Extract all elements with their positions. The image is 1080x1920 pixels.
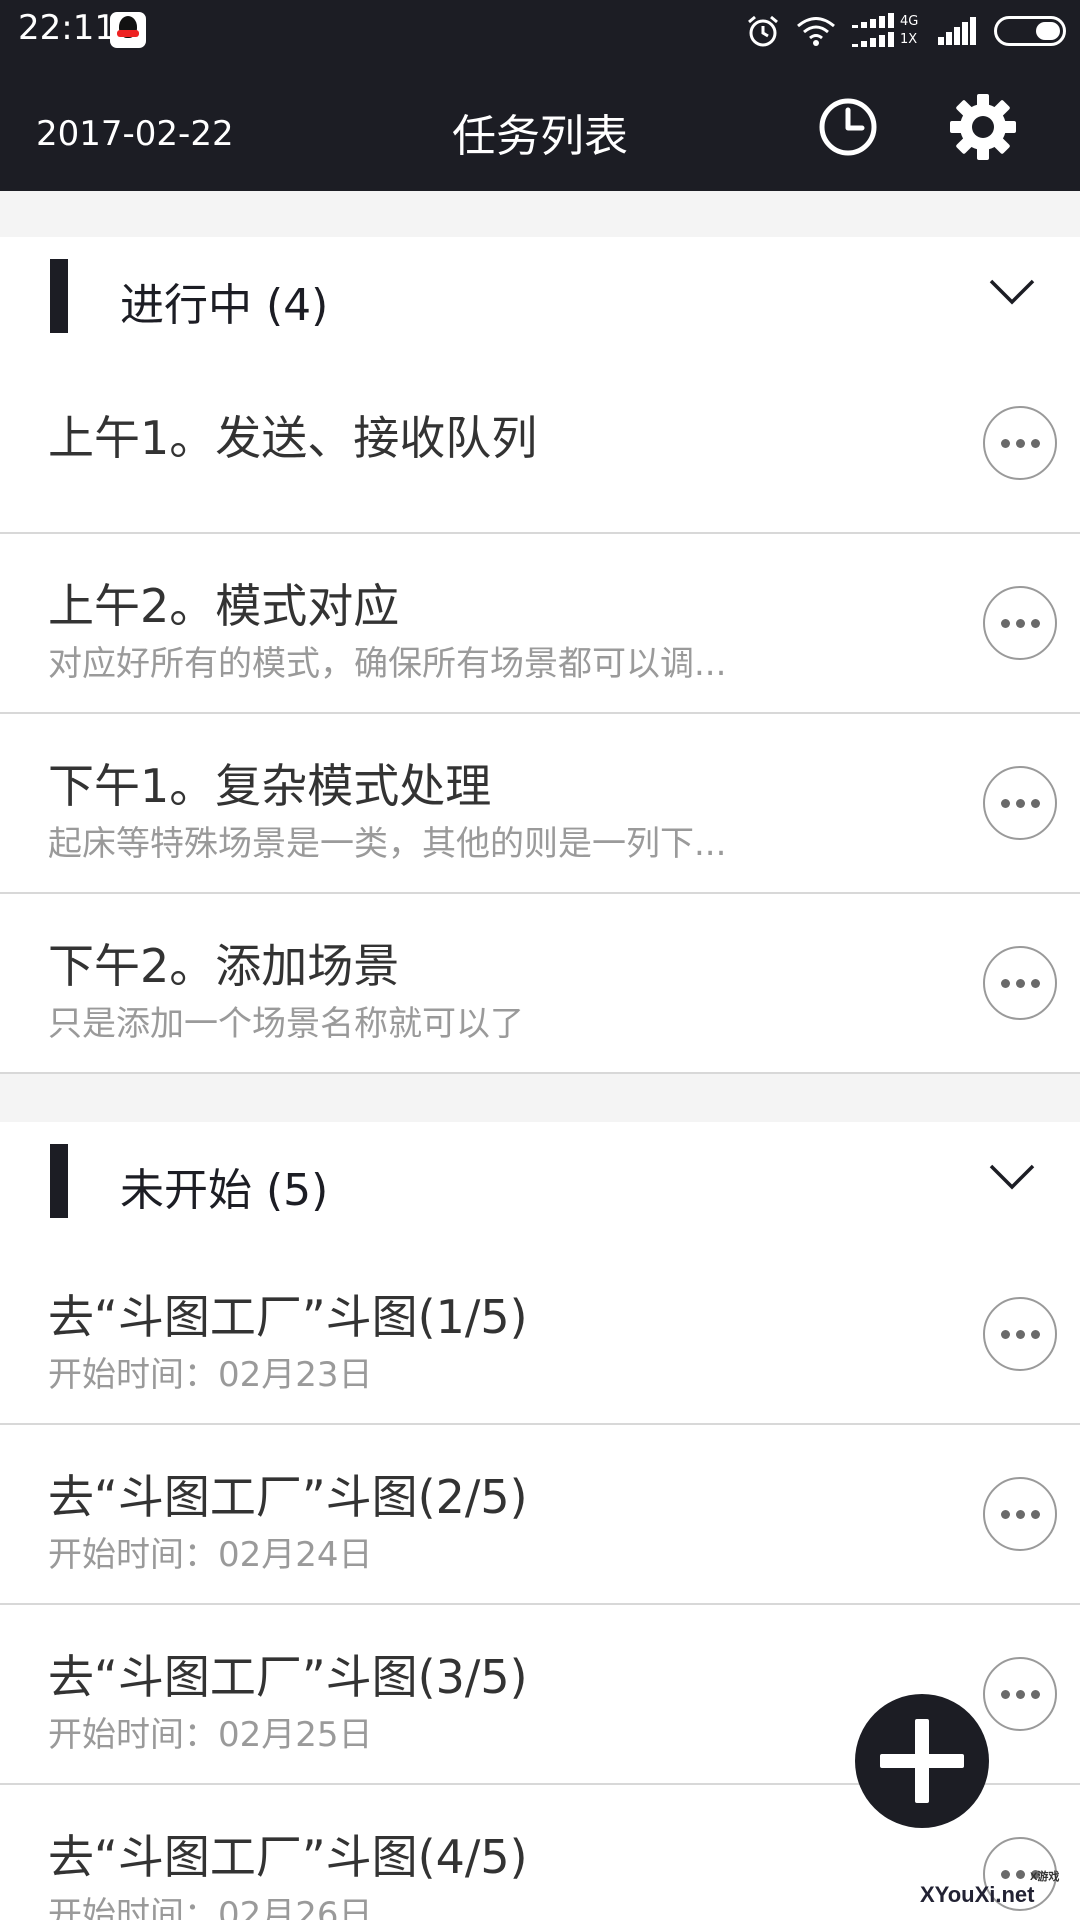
task-title: 上午1。发送、接收队列 — [48, 411, 538, 465]
task-title: 下午2。添加场景 — [48, 939, 400, 993]
task-subtitle: 开始时间：02月25日 — [48, 1715, 373, 1755]
page-title: 任务列表 — [452, 111, 628, 162]
section-title: 未开始 (5) — [120, 1165, 329, 1216]
task-item[interactable]: 上午2。模式对应 对应好所有的模式，确保所有场景都可以调... — [0, 534, 1080, 714]
add-task-button[interactable] — [855, 1694, 989, 1828]
task-title: 去“斗图工厂”斗图(2/5) — [48, 1470, 528, 1524]
more-icon — [1000, 1689, 1010, 1699]
chevron-down-icon[interactable] — [988, 277, 1036, 307]
task-title: 去“斗图工厂”斗图(4/5) — [48, 1830, 528, 1884]
task-title: 上午2。模式对应 — [48, 579, 400, 633]
network-type-top: 4G — [900, 14, 919, 29]
status-icons: 4G 1X — [746, 6, 1066, 56]
more-icon — [1000, 1509, 1010, 1519]
more-icon — [1000, 618, 1010, 628]
section-title: 进行中 (4) — [120, 280, 329, 331]
section-accent-bar — [50, 259, 68, 333]
signal-icon — [938, 17, 976, 45]
task-subtitle: 开始时间：02月26日 — [48, 1895, 373, 1920]
more-options-button[interactable] — [983, 946, 1057, 1020]
qq-icon — [110, 12, 146, 48]
mobile-network-icon: 4G 1X — [852, 13, 922, 49]
more-options-button[interactable] — [983, 1657, 1057, 1731]
more-icon — [1000, 438, 1010, 448]
alarm-icon — [748, 15, 778, 47]
history-icon[interactable] — [817, 96, 879, 158]
task-subtitle: 起床等特殊场景是一类，其他的则是一列下... — [48, 824, 727, 864]
more-options-button[interactable] — [983, 766, 1057, 840]
task-title: 去“斗图工厂”斗图(3/5) — [48, 1650, 528, 1704]
battery-icon — [994, 16, 1066, 46]
wifi-icon — [797, 17, 835, 46]
more-options-button[interactable] — [983, 406, 1057, 480]
task-item[interactable]: 去“斗图工厂”斗图(1/5) 开始时间：02月23日 — [0, 1245, 1080, 1425]
more-options-button[interactable] — [983, 1477, 1057, 1551]
watermark: X游戏 XYouXi.net — [920, 1868, 1059, 1908]
app-header: 22:11 4G 1X 2017-02-22 任务列表 — [0, 0, 1080, 191]
network-type-bottom: 1X — [900, 32, 918, 47]
settings-icon[interactable] — [950, 94, 1016, 160]
task-item[interactable]: 去“斗图工厂”斗图(2/5) 开始时间：02月24日 — [0, 1425, 1080, 1605]
task-item[interactable]: 下午2。添加场景 只是添加一个场景名称就可以了 — [0, 894, 1080, 1074]
task-subtitle: 开始时间：02月23日 — [48, 1355, 373, 1395]
status-time: 22:11 — [18, 8, 116, 48]
task-subtitle: 只是添加一个场景名称就可以了 — [48, 1004, 524, 1044]
more-options-button[interactable] — [983, 1297, 1057, 1371]
section-header[interactable]: 进行中 (4) — [0, 237, 1080, 360]
section-accent-bar — [50, 1144, 68, 1218]
chevron-down-icon[interactable] — [988, 1162, 1036, 1192]
task-subtitle: 对应好所有的模式，确保所有场景都可以调... — [48, 644, 727, 684]
more-options-button[interactable] — [983, 586, 1057, 660]
task-title: 去“斗图工厂”斗图(1/5) — [48, 1290, 528, 1344]
more-icon — [1000, 1329, 1010, 1339]
watermark-text: XYouXi.net — [920, 1882, 1035, 1907]
status-bar: 22:11 4G 1X — [0, 0, 1080, 62]
task-subtitle: 开始时间：02月24日 — [48, 1535, 373, 1575]
task-item[interactable]: 上午1。发送、接收队列 — [0, 360, 1080, 534]
task-item[interactable]: 下午1。复杂模式处理 起床等特殊场景是一类，其他的则是一列下... — [0, 714, 1080, 894]
more-icon — [1000, 978, 1010, 988]
more-icon — [1000, 798, 1010, 808]
task-title: 下午1。复杂模式处理 — [48, 759, 492, 813]
section-header[interactable]: 未开始 (5) — [0, 1122, 1080, 1245]
section-in-progress: 进行中 (4) 上午1。发送、接收队列 上午2。模式对应 对应好所有的模式，确保… — [0, 237, 1080, 1074]
